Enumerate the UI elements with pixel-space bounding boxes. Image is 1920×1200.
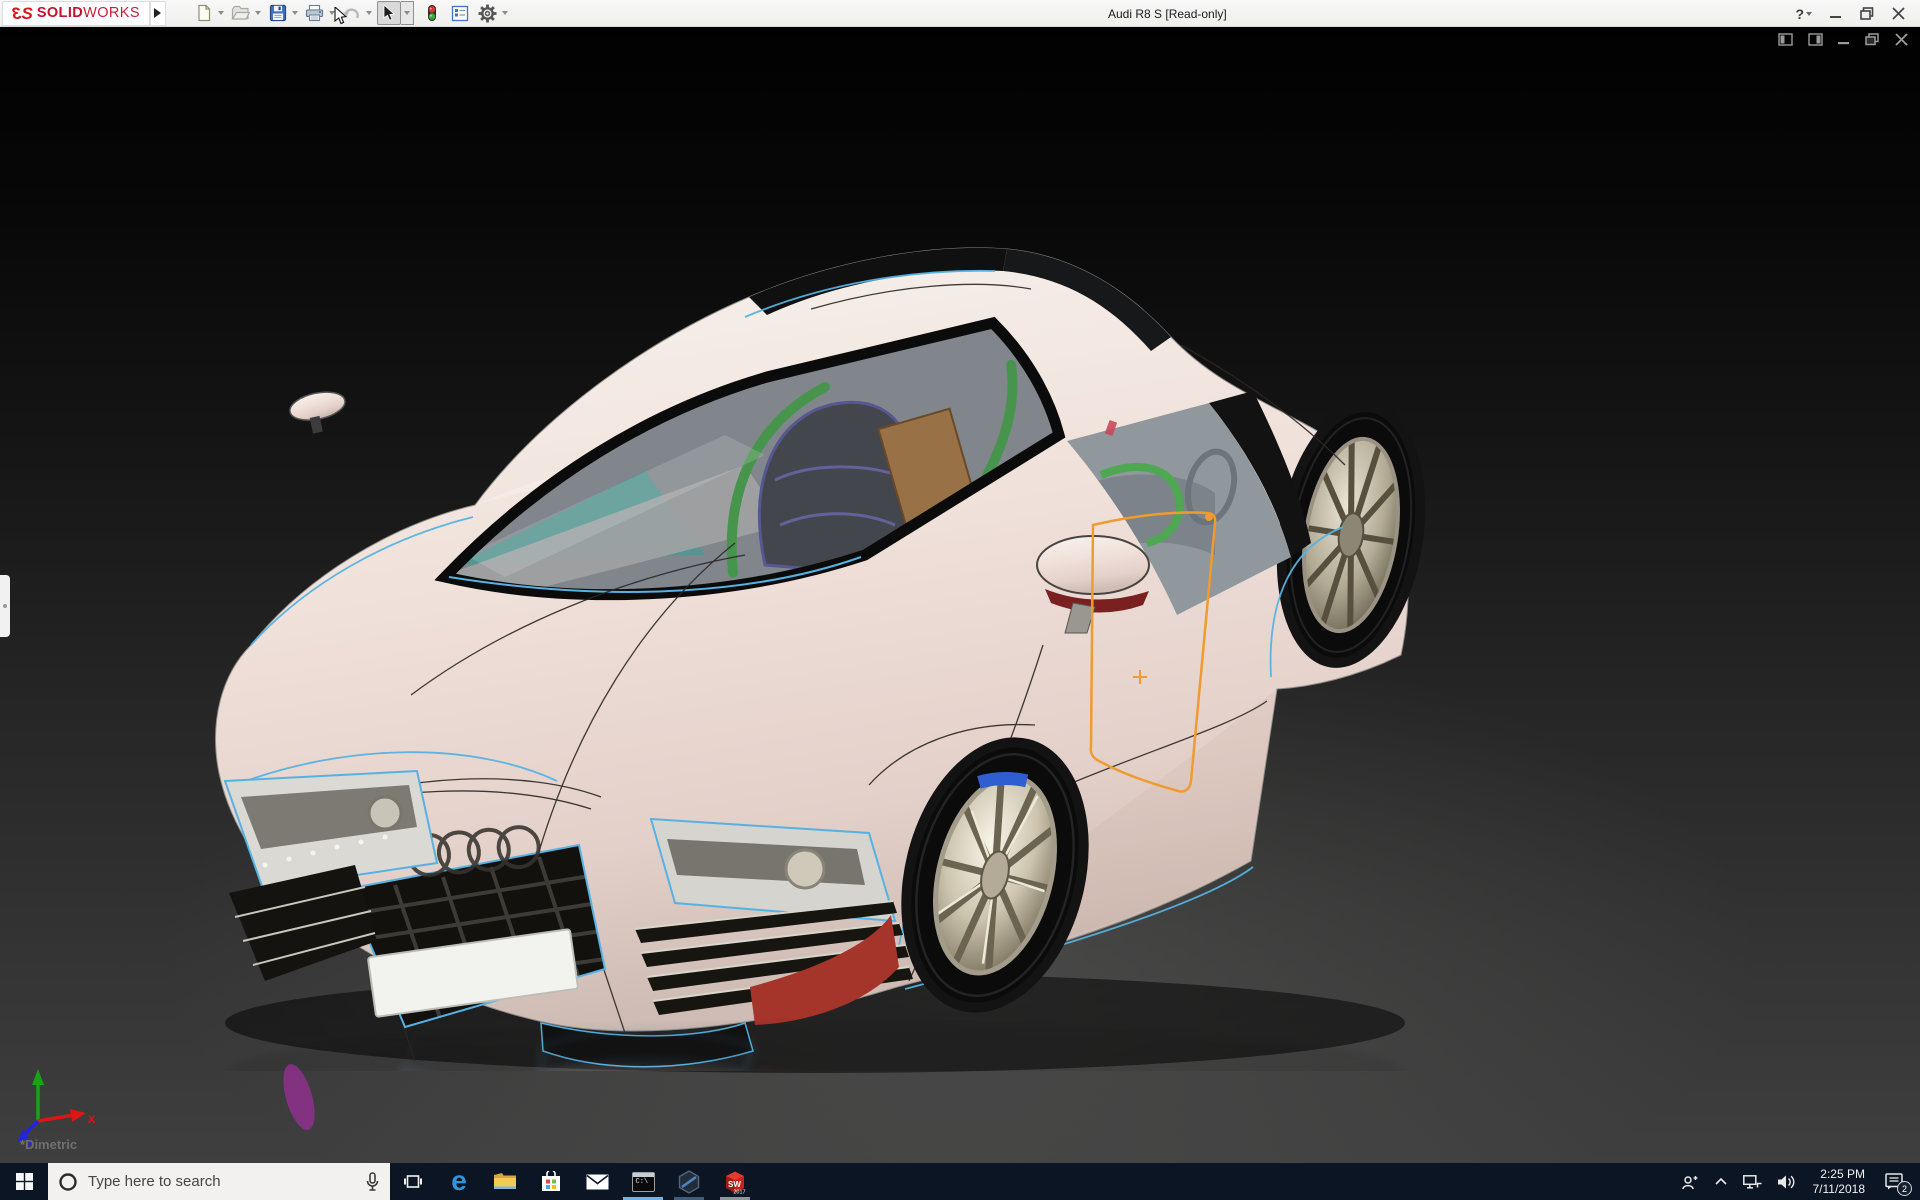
network-button[interactable] [1735, 1163, 1770, 1200]
view-orientation-label: *Dimetric [20, 1137, 77, 1152]
task-view-icon [404, 1174, 422, 1189]
people-icon [1682, 1174, 1699, 1190]
save-icon [269, 4, 287, 22]
command-prompt-icon: C:\ [632, 1172, 655, 1192]
car-body [216, 248, 1425, 1073]
document-title: Audi R8 S [Read-only] [1108, 7, 1227, 21]
file-explorer-icon [493, 1172, 517, 1191]
microphone-icon[interactable] [365, 1172, 380, 1192]
open-dropdown-caret[interactable] [255, 11, 261, 15]
triad-y-axis [32, 1069, 44, 1121]
solidworks-2017-icon: SW 2017 [722, 1169, 748, 1195]
clock-time: 2:25 PM [1820, 1167, 1865, 1182]
save-button[interactable] [266, 1, 290, 25]
windows-taskbar: e C:\ [0, 1163, 1920, 1200]
car-3d-model[interactable] [205, 225, 1425, 1160]
undo-dropdown-caret[interactable] [366, 11, 372, 15]
logo-text-works: WORKS [83, 5, 140, 21]
help-button[interactable]: ? [1786, 0, 1821, 27]
options-dropdown-caret[interactable] [502, 11, 508, 15]
open-folder-icon [231, 4, 250, 22]
speaker-icon [1778, 1175, 1796, 1189]
doc-restore-icon[interactable] [1865, 33, 1880, 46]
command-prompt-button[interactable]: C:\ [620, 1163, 666, 1200]
print-icon [305, 4, 324, 22]
mail-icon [586, 1174, 609, 1190]
print-button[interactable] [303, 1, 327, 25]
file-properties-button[interactable] [448, 1, 472, 25]
select-tool-button[interactable] [377, 1, 401, 25]
notification-badge: 2 [1897, 1181, 1912, 1196]
rebuild-button[interactable] [420, 1, 444, 25]
show-hidden-icons-button[interactable] [1707, 1163, 1735, 1200]
floor-reflection [216, 1023, 1425, 1160]
show-pane-right-icon[interactable] [1808, 33, 1823, 46]
doc-minimize-icon[interactable] [1838, 34, 1850, 46]
expand-arrow-icon [154, 8, 161, 18]
menu-expand-button[interactable] [150, 1, 166, 26]
clock-date: 7/11/2018 [1813, 1182, 1866, 1197]
minimize-button[interactable] [1821, 0, 1851, 27]
solidworks-logo-icon: 3S [12, 5, 33, 22]
search-input[interactable] [88, 1173, 365, 1190]
action-center-button[interactable]: 2 [1874, 1163, 1914, 1200]
save-dropdown-caret[interactable] [292, 11, 298, 15]
microsoft-store-button[interactable] [528, 1163, 574, 1200]
cortana-icon [58, 1172, 78, 1192]
open-button[interactable] [229, 1, 253, 25]
hexagon-app-icon [677, 1170, 701, 1194]
mail-button[interactable] [574, 1163, 620, 1200]
svg-text:X: X [88, 1114, 96, 1126]
solidworks-2017-button[interactable]: SW 2017 [712, 1163, 758, 1200]
store-icon [541, 1171, 561, 1192]
mouse-cursor [333, 7, 348, 25]
svg-text:SW: SW [728, 1180, 741, 1189]
restore-button[interactable] [1851, 0, 1883, 27]
logo-text-solid: SOLID [37, 5, 83, 21]
network-icon [1743, 1175, 1762, 1189]
title-bar: 3S SOLIDWORKS [0, 0, 1920, 27]
system-tray: 2:25 PM 7/11/2018 2 [1674, 1163, 1920, 1200]
left-mirror [287, 388, 350, 438]
graphics-area[interactable]: X Z *Dimetric [0, 27, 1920, 1163]
left-intake [229, 865, 377, 981]
options-gear-icon [478, 4, 497, 23]
hexagon-app-button[interactable] [666, 1163, 712, 1200]
taskbar-clock[interactable]: 2:25 PM 7/11/2018 [1804, 1167, 1875, 1197]
new-dropdown-caret[interactable] [218, 11, 224, 15]
help-caret-icon [1806, 12, 1812, 16]
document-window-controls [1778, 33, 1908, 46]
windows-logo-icon [16, 1173, 33, 1190]
window-controls: ? [1786, 0, 1914, 27]
volume-button[interactable] [1770, 1163, 1804, 1200]
start-button[interactable] [0, 1163, 48, 1200]
options-button[interactable] [476, 1, 500, 25]
new-document-icon [195, 4, 213, 22]
people-button[interactable] [1674, 1163, 1707, 1200]
new-document-button[interactable] [192, 1, 216, 25]
file-explorer-button[interactable] [482, 1163, 528, 1200]
select-dropdown-caret[interactable] [401, 1, 414, 25]
rebuild-traffic-light-icon [426, 4, 438, 22]
doc-close-icon[interactable] [1895, 33, 1908, 46]
taskbar-search[interactable] [48, 1163, 390, 1200]
triad-x-axis: X [38, 1109, 96, 1126]
close-button[interactable] [1883, 0, 1914, 27]
minimize-icon [1830, 8, 1842, 20]
feature-manager-tab[interactable] [0, 575, 10, 637]
chevron-up-icon [1715, 1178, 1727, 1185]
edge-browser-button[interactable]: e [436, 1163, 482, 1200]
show-pane-left-icon[interactable] [1778, 33, 1793, 46]
solidworks-logo: 3S SOLIDWORKS [2, 1, 150, 26]
edge-icon: e [451, 1167, 467, 1195]
task-view-button[interactable] [390, 1163, 436, 1200]
restore-icon [1860, 7, 1874, 20]
svg-text:2017: 2017 [733, 1189, 745, 1195]
select-cursor-icon [382, 5, 396, 21]
close-icon [1892, 7, 1905, 20]
tab-grip-icon [3, 604, 7, 608]
quick-access-toolbar [192, 1, 513, 25]
file-properties-icon [451, 5, 469, 22]
